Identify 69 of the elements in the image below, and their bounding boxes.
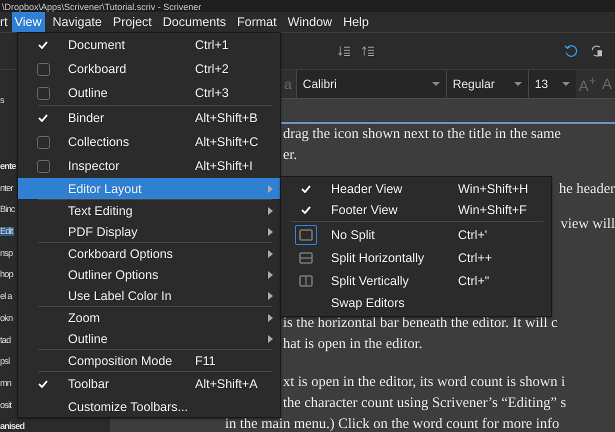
menu-bar-item[interactable]: Help xyxy=(340,12,372,32)
editor-text-line: the character count using Scrivener’s “Editing” s xyxy=(283,395,566,411)
submenu-arrow-icon xyxy=(268,271,273,279)
binder-item[interactable]: el a xyxy=(0,292,13,302)
menu-item[interactable]: Composition Mode F11 xyxy=(18,350,280,371)
menu-item[interactable]: Binder Alt+Shift+B xyxy=(18,106,280,130)
menu-item[interactable]: No Split Ctrl+' xyxy=(281,223,551,246)
submenu-arrow-icon xyxy=(268,250,273,258)
editor-text-line: view will xyxy=(560,216,615,232)
editor-text-line: er. xyxy=(283,147,298,163)
menu-bar-item[interactable]: rt xyxy=(0,12,11,32)
submenu-arrow-icon xyxy=(268,335,273,343)
font-style-dropdown[interactable]: Regular xyxy=(446,70,528,98)
revert-icon[interactable] xyxy=(564,42,578,60)
submenu-arrow-icon xyxy=(268,207,273,215)
binder-item[interactable]: nter xyxy=(0,184,14,193)
menu-item[interactable]: Document Ctrl+1 xyxy=(18,33,280,57)
menu-item[interactable]: Corkboard Ctrl+2 xyxy=(18,57,280,81)
font-size-dropdown[interactable]: 13 xyxy=(528,70,576,98)
editor-text-line: xt is open in the editor, its word count is shown i xyxy=(283,374,566,390)
binder-item[interactable]: ente xyxy=(0,162,17,171)
menu-bar-item[interactable]: Format xyxy=(234,12,280,32)
submenu-arrow-icon xyxy=(268,292,273,300)
menu-item[interactable]: Editor Layout xyxy=(18,178,280,199)
menu-item[interactable]: Use Label Color In xyxy=(18,285,280,306)
binder-item[interactable]: mn xyxy=(0,378,12,388)
menu-item[interactable]: PDF Display xyxy=(18,221,280,242)
binder-item[interactable]: osit xyxy=(0,400,12,410)
line-spacing-up-icon[interactable] xyxy=(362,44,374,58)
binder-item[interactable]: hop xyxy=(0,270,14,280)
menu-item[interactable]: Footer View Win+Shift+F xyxy=(281,199,551,220)
menu-item[interactable]: Split Horizontally Ctrl++ xyxy=(281,246,551,269)
menu-item[interactable]: Corkboard Options xyxy=(18,243,280,264)
window-title: \Dropbox\Apps\Scrivener\Tutorial.scriv - Scrivener xyxy=(1,2,202,12)
menu-item[interactable]: Customize Toolbars... xyxy=(18,396,280,417)
editor-text-line: in the main menu.) Click on the word count for more info xyxy=(225,416,560,432)
menu-item[interactable]: Swap Editors xyxy=(281,292,551,314)
binder-item[interactable]: s xyxy=(0,96,5,105)
binder-item[interactable]: okn xyxy=(0,314,14,323)
menu-bar-item[interactable]: Navigate xyxy=(50,12,105,32)
editor-text-line: drag the icon shown next to the title in the same xyxy=(283,126,561,142)
binder-item[interactable]: Edit xyxy=(0,227,14,236)
menu-item[interactable]: Inspector Alt+Shift+I xyxy=(18,154,280,178)
menu-bar-item[interactable]: Project xyxy=(110,12,155,32)
binder-item[interactable]: anised xyxy=(0,422,26,432)
menu-item[interactable]: Outline xyxy=(18,328,280,349)
submenu-arrow-icon xyxy=(268,185,273,193)
binder-item[interactable]: tad xyxy=(0,336,12,344)
editor-text-line: he header xyxy=(559,181,615,197)
menu-item[interactable]: Split Vertically Ctrl+" xyxy=(281,269,551,292)
menu-item[interactable]: Header View Win+Shift+H xyxy=(281,178,551,199)
menu-item[interactable]: Outline Ctrl+3 xyxy=(18,81,280,105)
menu-bar-item[interactable]: Window xyxy=(284,12,336,32)
font-dropdown[interactable]: Calibri xyxy=(296,70,446,98)
menu-bar-item[interactable]: View xyxy=(12,12,45,32)
binder-item[interactable]: Binc xyxy=(0,205,16,214)
menu-item[interactable]: Zoom xyxy=(18,307,280,328)
binder-item[interactable]: nsp xyxy=(0,248,14,258)
menu-item[interactable]: Text Editing xyxy=(18,200,280,221)
menu-bar-item[interactable]: Documents xyxy=(160,12,229,32)
submenu-arrow-icon xyxy=(268,228,273,236)
binder-item[interactable]: psl xyxy=(0,357,10,366)
submenu-arrow-icon xyxy=(268,314,273,322)
menu-item[interactable]: Outliner Options xyxy=(18,264,280,285)
editor-text-line: is the horizontal bar beneath the editor. It will c xyxy=(283,315,558,331)
editor-text-line: hat is open in the editor. xyxy=(283,336,422,352)
line-spacing-down-icon[interactable] xyxy=(338,44,350,58)
menu-item[interactable]: Toolbar Alt+Shift+A xyxy=(18,372,280,396)
menu-item[interactable]: Collections Alt+Shift+C xyxy=(18,130,280,154)
